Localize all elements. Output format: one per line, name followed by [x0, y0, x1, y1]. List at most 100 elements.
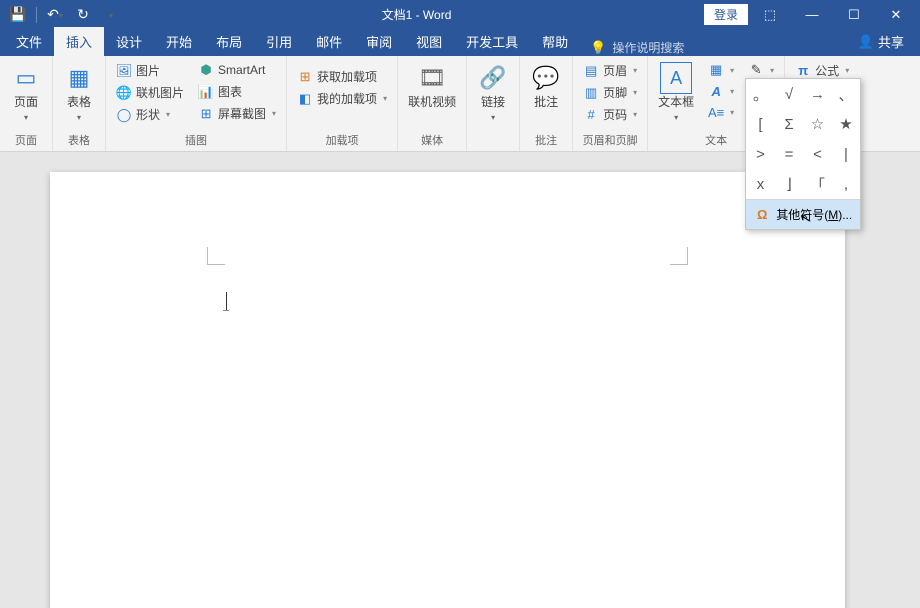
label: 页脚	[603, 84, 627, 101]
wordart-icon: A	[708, 83, 724, 99]
tab-home[interactable]: 开始	[154, 27, 204, 56]
more-symbols-label: 其他符号(M)...	[776, 206, 852, 223]
symbol-cell[interactable]: ☆	[803, 109, 832, 139]
pagenum-icon: #	[583, 107, 599, 123]
smartart-icon: ⬢	[198, 62, 214, 78]
close-button[interactable]: ✕	[876, 1, 916, 29]
tab-file[interactable]: 文件	[4, 27, 54, 56]
table-icon: ▦	[63, 62, 95, 94]
comment-button[interactable]: 💬 批注	[524, 58, 568, 110]
symbol-cell[interactable]: 、	[832, 79, 861, 109]
symbol-cell[interactable]: [	[746, 109, 775, 139]
link-button[interactable]: 🔗 链接 ▾	[471, 58, 515, 122]
caret-icon: ▾	[730, 66, 734, 75]
caret-icon: ▾	[24, 113, 28, 122]
label: 获取加载项	[317, 68, 377, 85]
symbol-cell[interactable]: 。	[746, 79, 775, 109]
tab-references[interactable]: 引用	[254, 27, 304, 56]
caret-icon: ▾	[770, 66, 774, 75]
page[interactable]	[50, 172, 845, 608]
symbol-cell[interactable]: <	[803, 139, 832, 169]
link-label: 链接	[481, 96, 505, 110]
share-button[interactable]: 👤 共享	[846, 27, 916, 56]
textbox-icon: A	[660, 62, 692, 94]
login-button[interactable]: 登录	[704, 4, 748, 25]
wordart-button[interactable]: A▾	[704, 81, 738, 101]
get-addins-button[interactable]: ⊞获取加载项	[293, 66, 391, 87]
symbol-cell[interactable]: x	[746, 169, 775, 199]
tab-layout[interactable]: 布局	[204, 27, 254, 56]
save-button[interactable]: 💾	[6, 3, 30, 27]
minimize-button[interactable]: —	[792, 1, 832, 29]
footer-icon: ▥	[583, 85, 599, 101]
window-title: 文档1 - Word	[129, 6, 704, 23]
tab-insert[interactable]: 插入	[54, 27, 104, 56]
signature-button[interactable]: ✎▾	[744, 60, 778, 80]
screenshot-button[interactable]: ⊞屏幕截图▾	[194, 103, 280, 124]
symbol-cell[interactable]: Σ	[775, 109, 804, 139]
person-icon: 👤	[858, 34, 874, 50]
group-label	[471, 146, 515, 151]
online-picture-icon: 🌐	[116, 85, 132, 101]
share-label: 共享	[878, 32, 904, 51]
text-cursor	[226, 292, 227, 310]
addins-icon: ◧	[297, 91, 313, 107]
group-header-footer: ▤页眉▾ ▥页脚▾ #页码▾ 页眉和页脚	[573, 56, 648, 151]
label: 形状	[136, 106, 160, 123]
parts-icon: ▦	[708, 62, 724, 78]
caret-icon: ▾	[166, 110, 170, 119]
group-label: 页眉和页脚	[577, 130, 643, 151]
redo-button[interactable]: ↻	[71, 3, 95, 27]
symbol-cell[interactable]: 「	[803, 169, 832, 199]
symbol-cell[interactable]: →	[803, 79, 832, 109]
page-number-button[interactable]: #页码▾	[579, 104, 641, 125]
label: 联机图片	[136, 84, 184, 101]
quick-access-toolbar: 💾 ↶▾ ↻ ▾	[0, 3, 129, 27]
smartart-button[interactable]: ⬢ SmartArt	[194, 60, 280, 80]
title-bar: 💾 ↶▾ ↻ ▾ 文档1 - Word 登录 ⬚ — ☐ ✕	[0, 0, 920, 29]
qat-customize[interactable]: ▾	[99, 3, 123, 27]
table-button[interactable]: ▦ 表格 ▾	[57, 58, 101, 122]
symbol-cell[interactable]: ,	[832, 169, 861, 199]
tab-developer[interactable]: 开发工具	[454, 27, 530, 56]
redo-icon: ↻	[77, 6, 89, 23]
maximize-button[interactable]: ☐	[834, 1, 874, 29]
my-addins-button[interactable]: ◧我的加载项▾	[293, 88, 391, 109]
header-icon: ▤	[583, 63, 599, 79]
ribbon-display-button[interactable]: ⬚	[750, 1, 790, 29]
symbol-cell[interactable]: ⌋	[775, 169, 804, 199]
symbol-cell[interactable]: =	[775, 139, 804, 169]
symbol-cell[interactable]: >	[746, 139, 775, 169]
pages-button[interactable]: ▭ 页面 ▾	[4, 58, 48, 122]
footer-button[interactable]: ▥页脚▾	[579, 82, 641, 103]
undo-button[interactable]: ↶▾	[43, 3, 67, 27]
online-video-button[interactable]: 🎞 联机视频	[402, 58, 462, 110]
quick-parts-button[interactable]: ▦▾	[704, 60, 738, 80]
caret-icon: ▾	[383, 94, 387, 103]
textbox-button[interactable]: A 文本框 ▾	[652, 58, 700, 122]
group-tables: ▦ 表格 ▾ 表格	[53, 56, 106, 151]
symbol-cell[interactable]: |	[832, 139, 861, 169]
tab-view[interactable]: 视图	[404, 27, 454, 56]
more-symbols-button[interactable]: Ω 其他符号(M)... ↖	[746, 199, 860, 229]
chart-button[interactable]: 📊图表	[194, 81, 280, 102]
dropcap-button[interactable]: A≡▾	[704, 102, 738, 122]
header-button[interactable]: ▤页眉▾	[579, 60, 641, 81]
symbol-cell[interactable]: √	[775, 79, 804, 109]
pictures-button[interactable]: 🖼图片	[112, 60, 188, 81]
caret-icon: ▾	[59, 11, 63, 20]
tab-help[interactable]: 帮助	[530, 27, 580, 56]
label: 图片	[136, 62, 160, 79]
group-links: 🔗 链接 ▾	[467, 56, 520, 151]
tab-design[interactable]: 设计	[104, 27, 154, 56]
symbol-cell[interactable]: ★	[832, 109, 861, 139]
tab-mailings[interactable]: 邮件	[304, 27, 354, 56]
label: SmartArt	[218, 63, 265, 77]
tell-me-search[interactable]: 💡 操作说明搜索	[590, 39, 684, 56]
label: 屏幕截图	[218, 105, 266, 122]
link-icon: 🔗	[477, 62, 509, 94]
group-media: 🎞 联机视频 媒体	[398, 56, 467, 151]
shapes-button[interactable]: ◯形状▾	[112, 104, 188, 125]
tab-review[interactable]: 审阅	[354, 27, 404, 56]
online-pictures-button[interactable]: 🌐联机图片	[112, 82, 188, 103]
